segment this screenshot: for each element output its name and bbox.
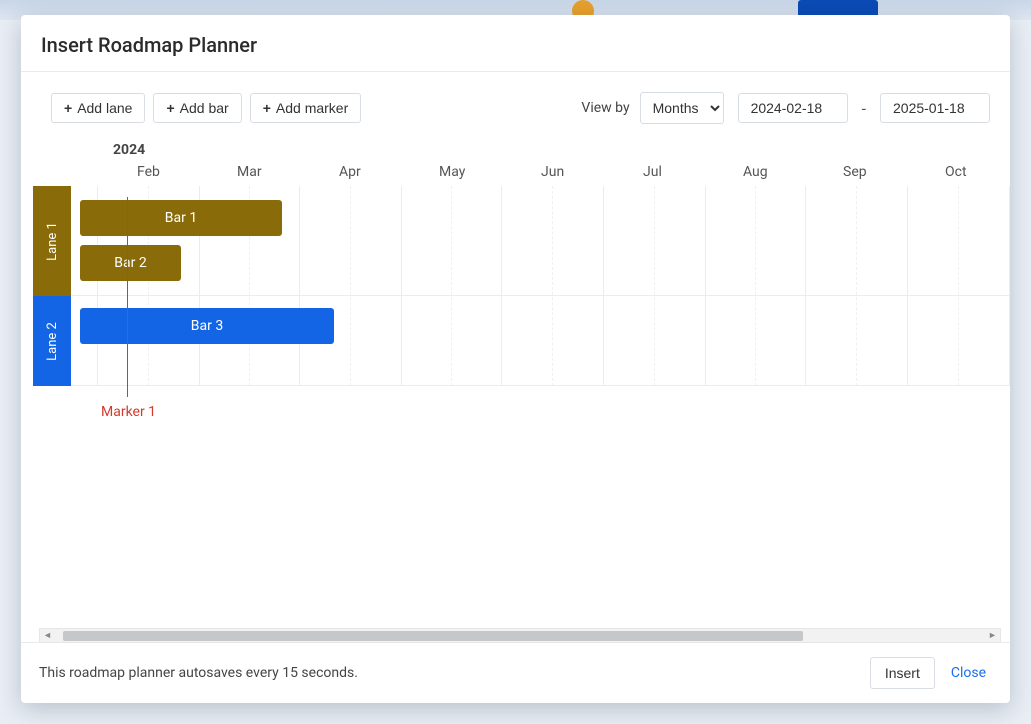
month-label: Mar [237,164,262,180]
roadmap-planner-modal: Insert Roadmap Planner + Add lane + Add … [21,15,1010,703]
month-label: Jun [541,164,564,180]
add-lane-button[interactable]: + Add lane [51,93,145,123]
plus-icon: + [166,101,174,115]
add-bar-button[interactable]: + Add bar [153,93,241,123]
date-separator: - [862,99,866,118]
month-label: May [439,164,465,180]
date-from-input[interactable] [738,93,848,123]
autosave-text: This roadmap planner autosaves every 15 … [39,665,860,681]
view-by-select[interactable]: Months [640,92,724,124]
insert-button[interactable]: Insert [870,657,935,689]
lane-tab-2-label: Lane 2 [45,322,60,361]
view-by-label: View by [581,100,629,116]
month-label: Apr [339,164,361,180]
marker-line[interactable] [127,197,128,397]
add-lane-label: Add lane [77,100,132,116]
horizontal-scrollbar[interactable]: ◄ ► [39,628,1001,642]
month-label: Feb [137,164,160,180]
year-label: 2024 [113,142,145,158]
roadmap-bar[interactable]: Bar 2 [80,245,181,281]
add-marker-button[interactable]: + Add marker [250,93,362,123]
marker-label[interactable]: Marker 1 [101,404,156,420]
roadmap-bar[interactable]: Bar 1 [80,200,282,236]
date-to-input[interactable] [880,93,990,123]
plus-icon: + [263,101,271,115]
timeline-header: Feb Mar Apr May Jun Jul Aug Sep Oct [71,164,1010,186]
plus-icon: + [64,101,72,115]
lane-tab-1[interactable]: Lane 1 [33,186,71,296]
lane-tab-2[interactable]: Lane 2 [33,296,71,386]
lane-tabs: Lane 1 Lane 2 [33,186,71,386]
modal-title: Insert Roadmap Planner [41,33,990,57]
lane-row-2: Bar 3 [71,296,1010,386]
month-label: Aug [743,164,768,180]
roadmap-bar[interactable]: Bar 3 [80,308,334,344]
scroll-left-arrow[interactable]: ◄ [40,630,55,641]
month-label: Oct [945,164,967,180]
month-label: Jul [643,164,662,180]
add-marker-label: Add marker [276,100,348,116]
month-label: Sep [843,164,867,180]
close-button[interactable]: Close [945,658,992,688]
lane-rows: Bar 1 Bar 2 Bar 3 [71,186,1010,386]
modal-header: Insert Roadmap Planner [21,15,1010,72]
roadmap-area: 2024 Feb Mar Apr May Jun Jul Aug Sep Oct Lane 1 … [21,142,1010,642]
modal-footer: This roadmap planner autosaves every 15 … [21,642,1010,703]
lane-row-1: Bar 1 Bar 2 [71,186,1010,296]
modal-body: + Add lane + Add bar + Add marker View b… [21,72,1010,642]
scroll-right-arrow[interactable]: ► [985,630,1000,641]
toolbar: + Add lane + Add bar + Add marker View b… [21,92,1010,142]
add-bar-label: Add bar [180,100,229,116]
lane-tab-1-label: Lane 1 [45,222,60,261]
scrollbar-thumb[interactable] [63,631,803,641]
